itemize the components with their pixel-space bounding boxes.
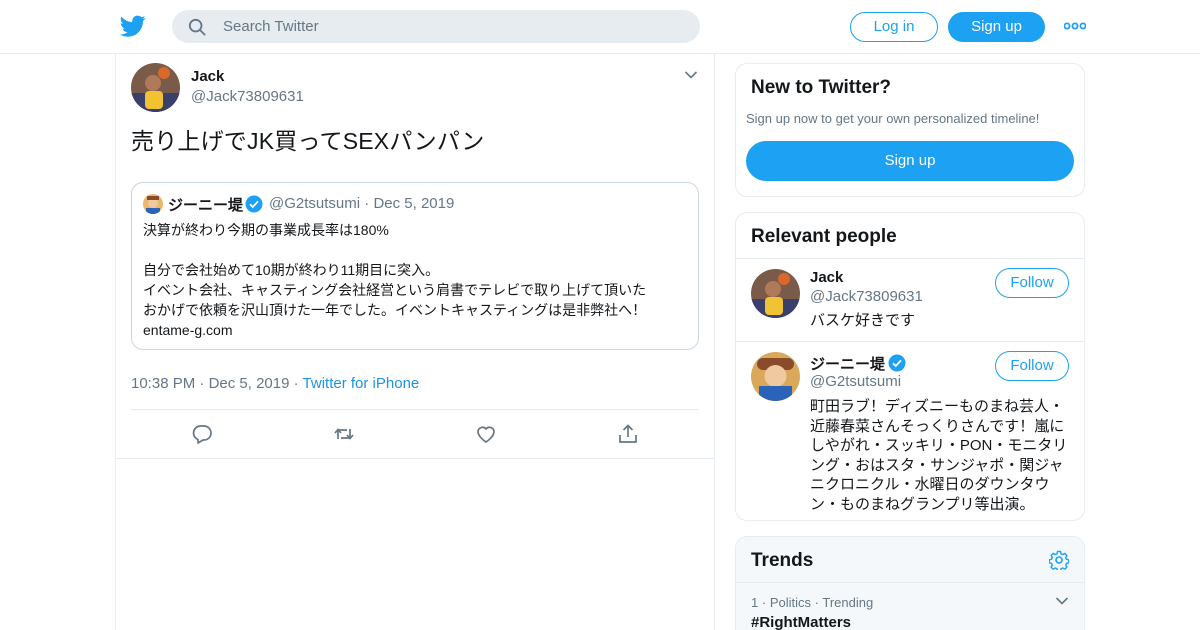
top-navigation-bar: Search Twitter Log in Sign up <box>0 0 1200 54</box>
tweet-time[interactable]: 10:38 PM <box>131 375 195 392</box>
divider <box>736 258 1084 259</box>
follow-button[interactable]: Follow <box>995 351 1069 381</box>
signup-button[interactable]: Sign up <box>948 12 1045 42</box>
verified-badge-icon <box>888 354 906 372</box>
tweet-source-link[interactable]: Twitter for iPhone <box>303 375 420 392</box>
quoted-text-line: 自分で会社始めて10期が終わり11期目に突入。 <box>143 262 440 278</box>
more-options-icon[interactable] <box>1064 20 1086 32</box>
meta-separator: · <box>364 195 370 212</box>
quoted-text-line: 決算が終わり今期の事業成長率は180% <box>143 222 389 238</box>
gear-icon[interactable] <box>1049 550 1069 570</box>
tweet-detail-column: Jack @Jack73809631 売り上げでJK買ってSEXパンパン ジーニ… <box>115 54 715 630</box>
search-bar[interactable]: Search Twitter <box>172 10 700 43</box>
person-bio: 町田ラブ！ディズニーものまね芸人・ 近藤春菜さんそっくりさんです！嵐に しやがれ… <box>810 397 1072 514</box>
reply-icon[interactable] <box>191 423 213 445</box>
bio-line: 町田ラブ！ディズニーものまね芸人・ <box>810 398 1064 415</box>
tweet-text: 売り上げでJK買ってSEXパンパン <box>131 128 485 154</box>
quoted-tweet-text: 決算が終わり今期の事業成長率は180% 自分で会社始めて10期が終わり11期目に… <box>143 220 693 340</box>
quoted-tweet-meta: @G2tsutsumi · Dec 5, 2019 <box>269 195 454 212</box>
card-title: Trends <box>751 550 814 571</box>
twitter-bird-logo-icon[interactable] <box>120 13 146 39</box>
trend-hashtag-link[interactable]: #RightMatters <box>751 614 851 630</box>
search-icon <box>188 18 206 36</box>
sidebar-signup-button[interactable]: Sign up <box>746 141 1074 181</box>
trend-status: Trending <box>822 595 874 610</box>
trend-meta: 1 · Politics · Trending <box>751 595 873 610</box>
tweet-date[interactable]: Dec 5, 2019 <box>209 375 290 392</box>
quoted-text-line: イベント会社、キャスティング会社経営という肩書でテレビで取り上げて頂いた <box>143 282 647 298</box>
quoted-tweet-card[interactable]: ジーニー堤 @G2tsutsumi · Dec 5, 2019 決算が終わり今期… <box>131 182 699 350</box>
quoted-tweet-date: Dec 5, 2019 <box>373 195 455 212</box>
login-button[interactable]: Log in <box>850 12 938 42</box>
author-handle[interactable]: @Jack73809631 <box>191 88 304 105</box>
quoted-text-line: おかげで依頼を沢山頂けた一年でした。イベントキャスティングは是非弊社へ！ <box>143 302 647 318</box>
tweet-timestamp-line: 10:38 PM · Dec 5, 2019 · Twitter for iPh… <box>131 375 419 392</box>
person-handle[interactable]: @G2tsutsumi <box>810 373 901 390</box>
person-bio: バスケ好きです <box>810 311 1072 331</box>
share-icon[interactable] <box>617 423 639 445</box>
chevron-down-icon[interactable] <box>1055 596 1069 606</box>
divider <box>736 582 1084 583</box>
meta-separator: · <box>293 375 299 392</box>
divider <box>736 341 1084 342</box>
like-icon[interactable] <box>475 423 497 445</box>
retweet-icon[interactable] <box>333 423 355 445</box>
bio-line: ング・おはスタ・サンジャポ・関ジャ <box>810 456 1064 474</box>
relevant-people-card: Relevant people Jack @Jack73809631 Follo… <box>735 212 1085 521</box>
bio-line: しやがれ・スッキリ・PON・モニタリ <box>810 437 1068 454</box>
verified-badge-icon <box>245 195 263 213</box>
person-name[interactable]: ジーニー堤 <box>810 353 885 374</box>
person-avatar[interactable] <box>751 269 800 318</box>
search-input[interactable]: Search Twitter <box>223 18 319 35</box>
bio-line: 近藤春菜さんそっくりさんです！嵐に <box>810 417 1065 435</box>
meta-separator: · <box>199 375 205 392</box>
bio-line: ン・ものまねグランプリ等出演。 <box>810 495 1035 513</box>
quoted-author-avatar <box>143 194 163 214</box>
quoted-author-name: ジーニー堤 <box>168 197 244 214</box>
trend-rank: 1 <box>751 595 759 610</box>
bio-line: ニクロニクル・水曜日のダウンタウ <box>810 476 1050 493</box>
bio-line: バスケ好きです <box>810 312 916 329</box>
trend-category: Politics <box>769 595 812 610</box>
new-to-twitter-card: New to Twitter? Sign up now to get your … <box>735 63 1085 197</box>
card-title: New to Twitter? <box>751 77 892 98</box>
meta-separator: · <box>814 595 819 610</box>
trends-card: Trends 1 · Politics · Trending #RightMat… <box>735 536 1085 630</box>
person-avatar[interactable] <box>751 352 800 401</box>
person-handle[interactable]: @Jack73809631 <box>810 288 923 305</box>
divider <box>131 409 699 410</box>
follow-button[interactable]: Follow <box>995 268 1069 298</box>
person-name[interactable]: Jack <box>810 269 843 286</box>
divider <box>116 458 714 459</box>
meta-separator: · <box>761 595 767 610</box>
author-avatar[interactable] <box>131 63 180 112</box>
quoted-author-handle: @G2tsutsumi <box>269 195 361 212</box>
author-name[interactable]: Jack <box>191 68 224 85</box>
card-subtitle: Sign up now to get your own personalized… <box>746 111 1040 126</box>
quoted-link-text: entame-g.com <box>143 322 233 338</box>
chevron-down-icon[interactable] <box>684 70 698 80</box>
quoted-text-line <box>143 240 693 260</box>
card-title: Relevant people <box>751 226 897 247</box>
